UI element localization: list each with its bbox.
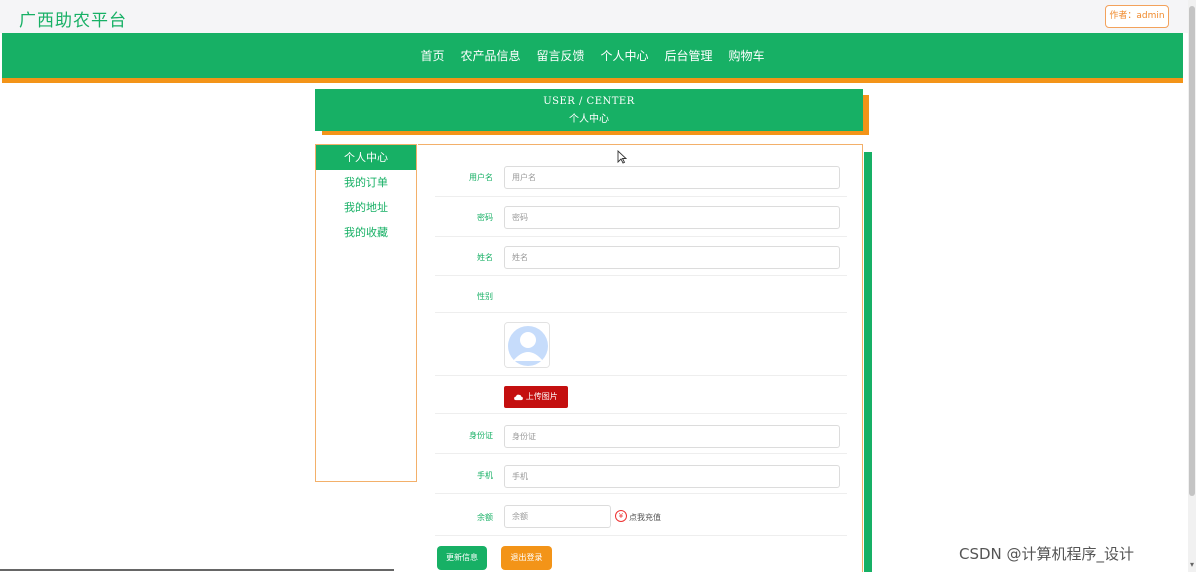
- main-navbar: 首页 农产品信息 留言反馈 个人中心 后台管理 购物车: [2, 33, 1183, 78]
- password-label: 密码: [477, 213, 493, 222]
- cloud-upload-icon: [514, 394, 524, 400]
- logout-button[interactable]: 退出登录: [501, 546, 552, 570]
- recharge-link[interactable]: 点我充值: [629, 512, 661, 523]
- name-input[interactable]: 姓名: [504, 246, 840, 269]
- password-input[interactable]: 密码: [504, 206, 840, 229]
- nav-item-admin[interactable]: 后台管理: [657, 47, 721, 64]
- username-input[interactable]: 用户名: [504, 166, 840, 189]
- avatar-placeholder-icon: [505, 323, 549, 367]
- update-info-button[interactable]: 更新信息: [437, 546, 487, 570]
- recharge-icon[interactable]: ¥: [615, 510, 627, 522]
- nav-item-feedback[interactable]: 留言反馈: [528, 47, 592, 64]
- watermark: CSDN @计算机程序_设计: [959, 545, 1135, 563]
- nav-item-cart[interactable]: 购物车: [721, 47, 773, 64]
- author-badge[interactable]: 作者：admin: [1105, 5, 1169, 28]
- row-password: 密码 密码: [435, 197, 847, 237]
- panel-shadow: [864, 152, 872, 572]
- sidebar-item-user-center[interactable]: 个人中心: [316, 145, 416, 170]
- page-header-cn: 个人中心: [569, 114, 609, 125]
- upload-image-button[interactable]: 上传图片: [504, 386, 568, 408]
- scroll-down-arrow-icon[interactable]: ▾: [1188, 560, 1196, 569]
- avatar-image[interactable]: [504, 322, 550, 368]
- mouse-cursor-icon: [617, 150, 627, 164]
- nav-item-user-center[interactable]: 个人中心: [593, 47, 657, 64]
- nav-item-products[interactable]: 农产品信息: [452, 47, 528, 64]
- idcard-input[interactable]: 身份证: [504, 425, 840, 448]
- upload-image-label: 上传图片: [525, 392, 558, 401]
- nav-stripe: [2, 78, 1183, 83]
- scrollbar-thumb[interactable]: [1189, 6, 1195, 496]
- page-scrollbar[interactable]: ▾: [1188, 0, 1196, 572]
- row-avatar: [435, 313, 847, 376]
- username-label: 用户名: [469, 173, 493, 182]
- balance-label: 余额: [477, 513, 493, 522]
- row-gender: 性别: [435, 276, 847, 313]
- gender-label: 性别: [477, 292, 493, 301]
- sidebar-item-address[interactable]: 我的地址: [316, 195, 416, 220]
- idcard-label: 身份证: [469, 431, 493, 440]
- row-name: 姓名 姓名: [435, 237, 847, 276]
- page-header-en: USER / CENTER: [543, 96, 635, 107]
- phone-label: 手机: [477, 471, 493, 480]
- nav-item-home[interactable]: 首页: [412, 47, 452, 64]
- sidebar-item-orders[interactable]: 我的订单: [316, 170, 416, 195]
- row-phone: 手机 手机: [435, 454, 847, 494]
- name-label: 姓名: [477, 253, 493, 262]
- row-username: 用户名 用户名: [435, 157, 847, 197]
- sidebar: 个人中心 我的订单 我的地址 我的收藏: [315, 144, 417, 482]
- page-header: USER / CENTER 个人中心: [315, 89, 863, 131]
- site-title: 广西助农平台: [19, 11, 127, 31]
- sidebar-item-favorites[interactable]: 我的收藏: [316, 220, 416, 245]
- top-bar: 广西助农平台 作者：admin: [0, 0, 1188, 33]
- balance-input[interactable]: 余额: [504, 505, 611, 528]
- row-upload: [435, 376, 847, 414]
- phone-input[interactable]: 手机: [504, 465, 840, 488]
- row-idcard: 身份证 身份证: [435, 414, 847, 454]
- horizontal-scroll-indicator: [0, 569, 394, 571]
